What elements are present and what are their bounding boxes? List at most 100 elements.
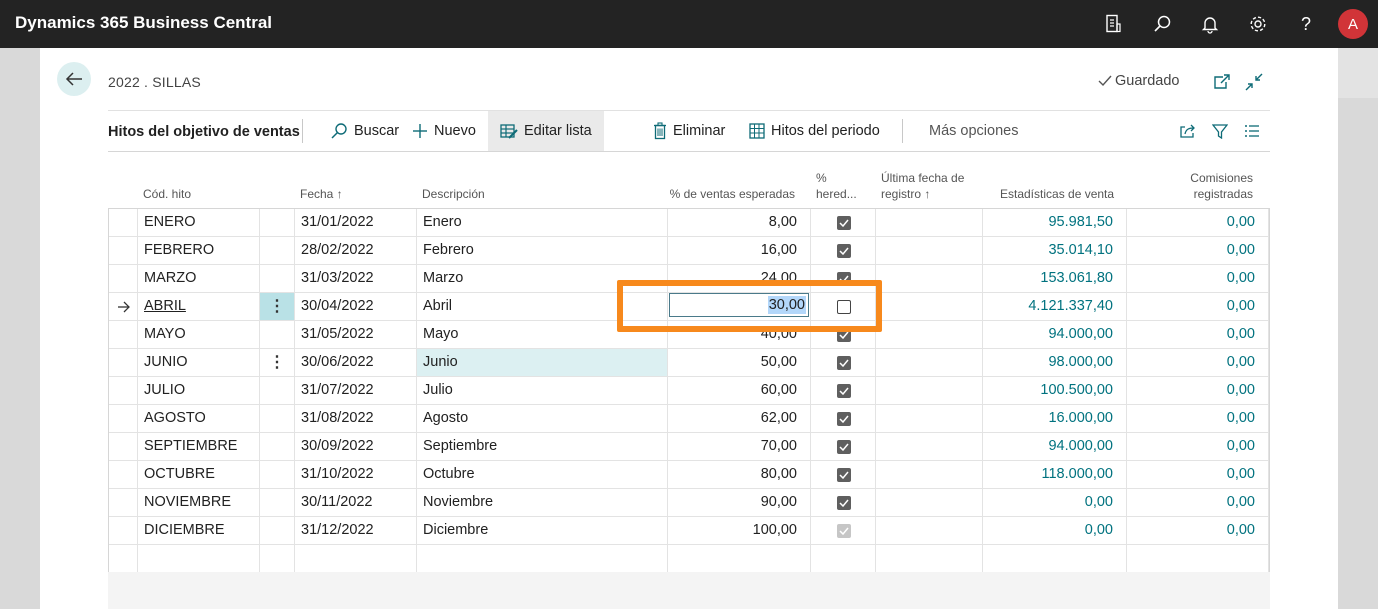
inherited-cell[interactable] — [811, 517, 876, 544]
inherited-cell[interactable] — [811, 489, 876, 516]
last-date-cell[interactable] — [876, 489, 983, 516]
milestone-code[interactable]: JULIO — [144, 382, 185, 398]
description-cell[interactable]: Enero — [417, 209, 668, 236]
last-date-cell[interactable] — [876, 433, 983, 460]
code-cell[interactable]: JUNIO — [138, 349, 260, 376]
row-menu-icon[interactable]: ⋮ — [260, 293, 294, 320]
date-cell[interactable]: 31/07/2022 — [295, 377, 417, 404]
description-cell[interactable]: Noviembre — [417, 489, 668, 516]
milestone-code[interactable]: AGOSTO — [144, 410, 206, 426]
pct-cell[interactable]: 100,00 — [668, 517, 811, 544]
commission-link[interactable]: 0,00 — [1227, 354, 1255, 370]
table-row-empty[interactable] — [109, 545, 1269, 573]
commission-cell[interactable]: 0,00 — [1127, 433, 1269, 460]
description-cell[interactable]: Diciembre — [417, 517, 668, 544]
sales-stats-link[interactable]: 0,00 — [1085, 494, 1113, 510]
inherited-cell[interactable] — [811, 461, 876, 488]
last-date-cell[interactable] — [876, 349, 983, 376]
description-cell[interactable]: Septiembre — [417, 433, 668, 460]
app-title[interactable]: Dynamics 365 Business Central — [15, 13, 272, 33]
col-header-commissions[interactable]: Comisiones registradas — [1140, 170, 1253, 202]
inherited-checkbox[interactable] — [837, 468, 851, 482]
period-milestones-button[interactable]: Hitos del periodo — [749, 111, 880, 151]
col-header-last-date[interactable]: Última fecha de registro ↑ — [881, 170, 964, 202]
sales-stats-link[interactable]: 35.014,10 — [1048, 242, 1113, 258]
new-button[interactable]: Nuevo — [412, 111, 476, 151]
row-menu-cell[interactable] — [260, 237, 295, 264]
inherited-cell[interactable] — [811, 349, 876, 376]
stats-cell[interactable]: 95.981,50 — [983, 209, 1127, 236]
stats-cell[interactable]: 94.000,00 — [983, 321, 1127, 348]
date-cell[interactable]: 31/03/2022 — [295, 265, 417, 292]
pct-cell[interactable]: 16,00 — [668, 237, 811, 264]
row-menu-cell[interactable] — [260, 545, 295, 572]
milestone-code[interactable]: SEPTIEMBRE — [144, 438, 237, 454]
milestone-code[interactable]: FEBRERO — [144, 242, 214, 258]
milestone-code[interactable]: OCTUBRE — [144, 466, 215, 482]
table-row[interactable]: SEPTIEMBRE 30/09/2022 Septiembre 70,00 94.00… — [109, 433, 1269, 461]
date-cell[interactable]: 30/04/2022 — [295, 293, 417, 320]
row-menu-cell[interactable] — [260, 517, 295, 544]
date-cell[interactable] — [295, 545, 417, 572]
commission-cell[interactable]: 0,00 — [1127, 405, 1269, 432]
help-icon[interactable]: ? — [1294, 12, 1318, 36]
inherited-checkbox[interactable] — [837, 384, 851, 398]
inherited-checkbox[interactable] — [837, 356, 851, 370]
date-cell[interactable]: 30/09/2022 — [295, 433, 417, 460]
commission-cell[interactable]: 0,00 — [1127, 349, 1269, 376]
inherited-checkbox[interactable] — [837, 440, 851, 454]
inherited-cell[interactable] — [811, 405, 876, 432]
col-header-pct-expected[interactable]: % de ventas esperadas — [635, 186, 795, 202]
sales-stats-link[interactable]: 94.000,00 — [1048, 326, 1113, 342]
commission-link[interactable]: 0,00 — [1227, 214, 1255, 230]
commission-link[interactable]: 0,00 — [1227, 410, 1255, 426]
code-cell[interactable]: AGOSTO — [138, 405, 260, 432]
date-cell[interactable]: 31/10/2022 — [295, 461, 417, 488]
delete-button[interactable]: Eliminar — [653, 111, 725, 151]
milestone-code[interactable]: MAYO — [144, 326, 186, 342]
code-cell[interactable]: MAYO — [138, 321, 260, 348]
last-date-cell[interactable] — [876, 293, 983, 320]
inherited-cell[interactable] — [811, 237, 876, 264]
table-row[interactable]: JUNIO ⋮ 30/06/2022 Junio 50,00 98.000,00 0,00 — [109, 349, 1269, 377]
stats-cell[interactable]: 153.061,80 — [983, 265, 1127, 292]
back-button[interactable] — [57, 62, 91, 96]
row-menu-cell[interactable] — [260, 209, 295, 236]
stats-cell[interactable]: 118.000,00 — [983, 461, 1127, 488]
stats-cell[interactable]: 100.500,00 — [983, 377, 1127, 404]
date-cell[interactable]: 30/11/2022 — [295, 489, 417, 516]
milestone-code[interactable]: MARZO — [144, 270, 196, 286]
description-cell[interactable]: Julio — [417, 377, 668, 404]
open-new-window-icon[interactable] — [1212, 72, 1232, 92]
date-cell[interactable]: 31/05/2022 — [295, 321, 417, 348]
row-menu-cell[interactable] — [260, 461, 295, 488]
inherited-cell[interactable] — [811, 377, 876, 404]
col-header-code[interactable]: Cód. hito — [143, 186, 191, 202]
inherited-checkbox[interactable] — [837, 244, 851, 258]
table-row[interactable]: NOVIEMBRE 30/11/2022 Noviembre 90,00 0,00 0,0… — [109, 489, 1269, 517]
description-cell[interactable]: Octubre — [417, 461, 668, 488]
sales-stats-link[interactable]: 100.500,00 — [1040, 382, 1113, 398]
filter-icon[interactable] — [1210, 121, 1230, 141]
col-header-date[interactable]: Fecha ↑ — [300, 186, 343, 202]
pct-cell[interactable]: 8,00 — [668, 209, 811, 236]
row-menu-icon[interactable]: ⋮ — [260, 349, 294, 376]
milestone-code[interactable]: NOVIEMBRE — [144, 494, 231, 510]
commission-link[interactable]: 0,00 — [1227, 494, 1255, 510]
last-date-cell[interactable] — [876, 405, 983, 432]
search-button[interactable]: Buscar — [330, 111, 399, 151]
code-cell[interactable]: DICIEMBRE — [138, 517, 260, 544]
pct-cell[interactable]: 70,00 — [668, 433, 811, 460]
commission-link[interactable]: 0,00 — [1227, 242, 1255, 258]
row-menu-cell[interactable] — [260, 433, 295, 460]
date-cell[interactable]: 30/06/2022 — [295, 349, 417, 376]
col-header-sales-stats[interactable]: Estadísticas de venta — [1000, 186, 1114, 202]
commission-cell[interactable]: 0,00 — [1127, 377, 1269, 404]
milestone-code[interactable]: ENERO — [144, 214, 196, 230]
sales-stats-link[interactable]: 0,00 — [1085, 522, 1113, 538]
commission-cell[interactable]: 0,00 — [1127, 237, 1269, 264]
col-header-description[interactable]: Descripción — [422, 186, 485, 202]
sales-stats-link[interactable]: 118.000,00 — [1042, 466, 1114, 482]
milestone-code[interactable]: DICIEMBRE — [144, 522, 225, 538]
pct-cell[interactable]: 62,00 — [668, 405, 811, 432]
